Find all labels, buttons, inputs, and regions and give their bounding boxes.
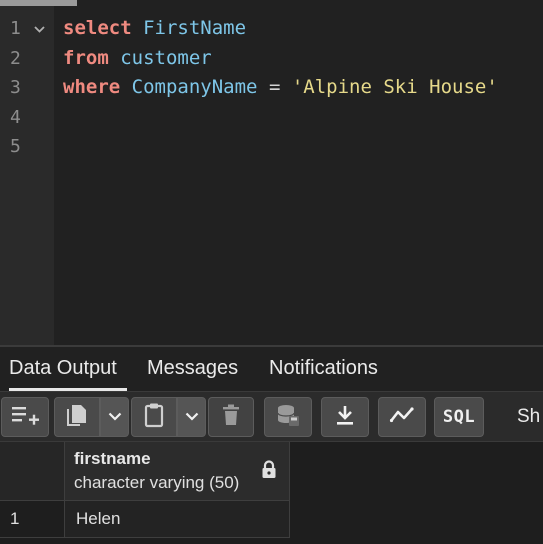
copy-options-dropdown[interactable] (100, 397, 129, 437)
save-data-button[interactable] (264, 397, 312, 437)
sql-editor[interactable]: 1 select FirstName 2 from customer 3 whe… (0, 0, 543, 345)
sql-identifier: customer (120, 46, 212, 69)
paste-options-dropdown[interactable] (177, 397, 206, 437)
line-number: 1 (10, 18, 21, 39)
row-index[interactable]: 1 (0, 501, 65, 538)
paste-icon (143, 402, 165, 433)
show-filter-label[interactable]: Sh (517, 406, 540, 428)
cell-value: Helen (76, 509, 121, 528)
results-toolbar: SQL Sh (0, 391, 543, 442)
add-row-button[interactable] (1, 397, 49, 437)
row-number: 1 (10, 509, 20, 528)
output-tabs: Data Output Messages Notifications (0, 347, 543, 391)
column-name: firstname (74, 449, 151, 468)
sql-string: 'Alpine Ski House' (291, 76, 498, 98)
download-icon (335, 404, 355, 431)
code-line: 2 from customer (0, 44, 543, 74)
tab-messages[interactable]: Messages (147, 347, 238, 391)
paste-button[interactable] (131, 397, 177, 437)
line-number: 2 (10, 47, 21, 69)
delete-icon (222, 404, 240, 431)
chevron-down-icon (185, 408, 199, 426)
sql-keyword: select (63, 17, 132, 39)
line-number: 5 (10, 136, 21, 157)
code-text: where CompanyName = 'Alpine Ski House' (63, 73, 498, 103)
code-line: 3 where CompanyName = 'Alpine Ski House' (0, 73, 543, 103)
sql-keyword: from (63, 46, 109, 69)
sql-operator: = (268, 76, 281, 98)
code-text: from customer (63, 44, 212, 74)
lock-icon (261, 460, 277, 485)
download-button[interactable] (321, 397, 369, 437)
line-number: 4 (10, 106, 21, 128)
code-line: 1 select FirstName (0, 14, 543, 44)
code-area[interactable]: 1 select FirstName 2 from customer 3 whe… (0, 14, 543, 162)
add-row-icon (10, 404, 40, 431)
sql-identifier: CompanyName (131, 76, 258, 98)
line-number: 3 (10, 77, 21, 98)
tab-data-output[interactable]: Data Output (9, 347, 127, 391)
chevron-down-icon (108, 408, 122, 426)
row-index-header[interactable] (0, 442, 65, 501)
graph-visualiser-button[interactable] (378, 397, 426, 437)
column-type: character varying (50) (74, 473, 240, 492)
table-cell[interactable]: Helen (65, 501, 290, 538)
code-line: 4 (0, 103, 543, 133)
save-data-icon (276, 403, 300, 432)
sql-icon: SQL (442, 407, 476, 427)
copy-icon (66, 403, 88, 432)
code-text: select FirstName (63, 14, 246, 44)
graph-icon (389, 406, 415, 429)
sql-button[interactable]: SQL (434, 397, 484, 437)
sql-identifier: FirstName (143, 17, 247, 39)
code-line: 5 (0, 132, 543, 162)
tab-notifications[interactable]: Notifications (269, 347, 378, 391)
sql-keyword: where (63, 76, 121, 98)
copy-button[interactable] (54, 397, 100, 437)
results-grid: firstname character varying (50) 1 Helen (0, 442, 543, 544)
delete-button[interactable] (208, 397, 254, 437)
column-header-firstname[interactable]: firstname character varying (50) (65, 442, 290, 501)
